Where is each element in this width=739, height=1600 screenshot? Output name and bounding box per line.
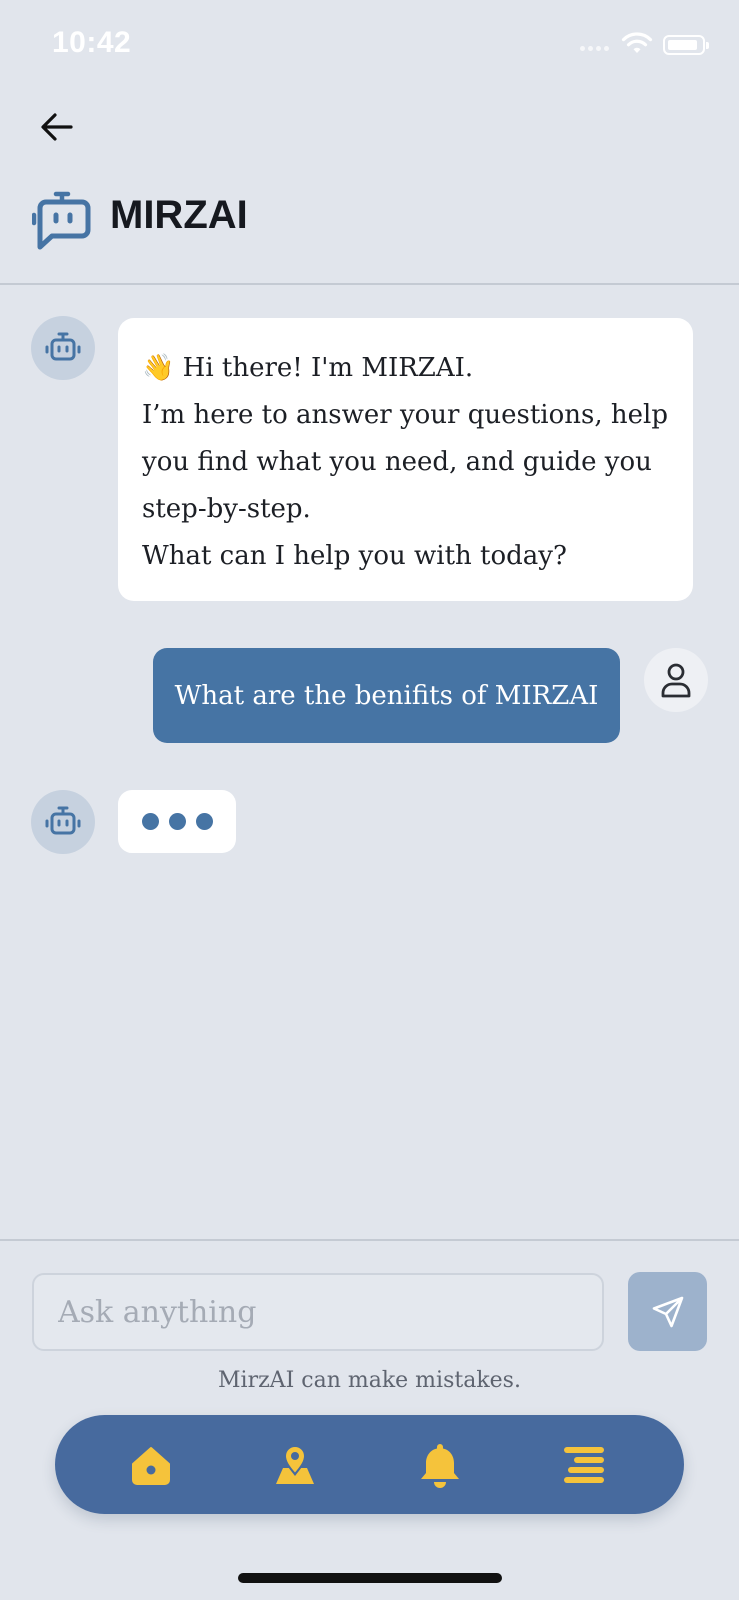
bottom-nav [55,1415,684,1514]
typing-dot [141,813,159,830]
nav-home[interactable] [123,1437,179,1493]
wave-emoji: 👋 [142,353,175,383]
send-button[interactable] [628,1272,707,1351]
nav-menu[interactable] [556,1437,612,1493]
user-message-bubble: What are the benifits of MIRZAI [153,648,620,743]
user-avatar [644,648,708,712]
bell-icon [421,1444,459,1488]
message-line: Hi there! I'm MIRZAI. [182,353,474,383]
battery-icon [663,35,709,55]
bot-avatar [31,790,95,854]
robot-icon [45,332,81,361]
map-pin-icon [276,1445,314,1484]
page-title: MIRZAI [110,193,248,237]
menu-icon [564,1447,604,1483]
message-line: I’m here to answer your questions, help [142,400,668,430]
typing-dot [168,813,186,830]
chat-input[interactable] [32,1273,604,1351]
composer-divider [0,1239,739,1241]
send-icon [652,1296,683,1327]
nav-map[interactable] [267,1437,323,1493]
status-time: 10:42 [52,26,132,59]
typing-indicator [118,790,236,853]
cellular-signal-icon [580,46,609,51]
robot-icon [45,806,81,835]
typing-dot [195,813,213,830]
nav-notifications[interactable] [412,1437,468,1493]
robot-chat-icon [31,190,92,254]
header-divider [0,283,739,285]
message-line: What can I help you with today? [142,541,567,571]
bot-message-bubble: 👋 Hi there! I'm MIRZAI. I’m here to answ… [118,318,693,601]
bot-avatar [31,316,95,380]
message-line: step-by-step. [142,494,311,524]
user-icon [661,663,691,698]
back-button[interactable] [30,100,84,154]
arrow-left-icon [41,113,73,141]
disclaimer-text: MirzAI can make mistakes. [218,1368,521,1393]
home-icon [132,1447,170,1485]
home-indicator [238,1573,502,1583]
message-line: you find what you need, and guide you [142,447,652,477]
wifi-icon [621,32,653,60]
